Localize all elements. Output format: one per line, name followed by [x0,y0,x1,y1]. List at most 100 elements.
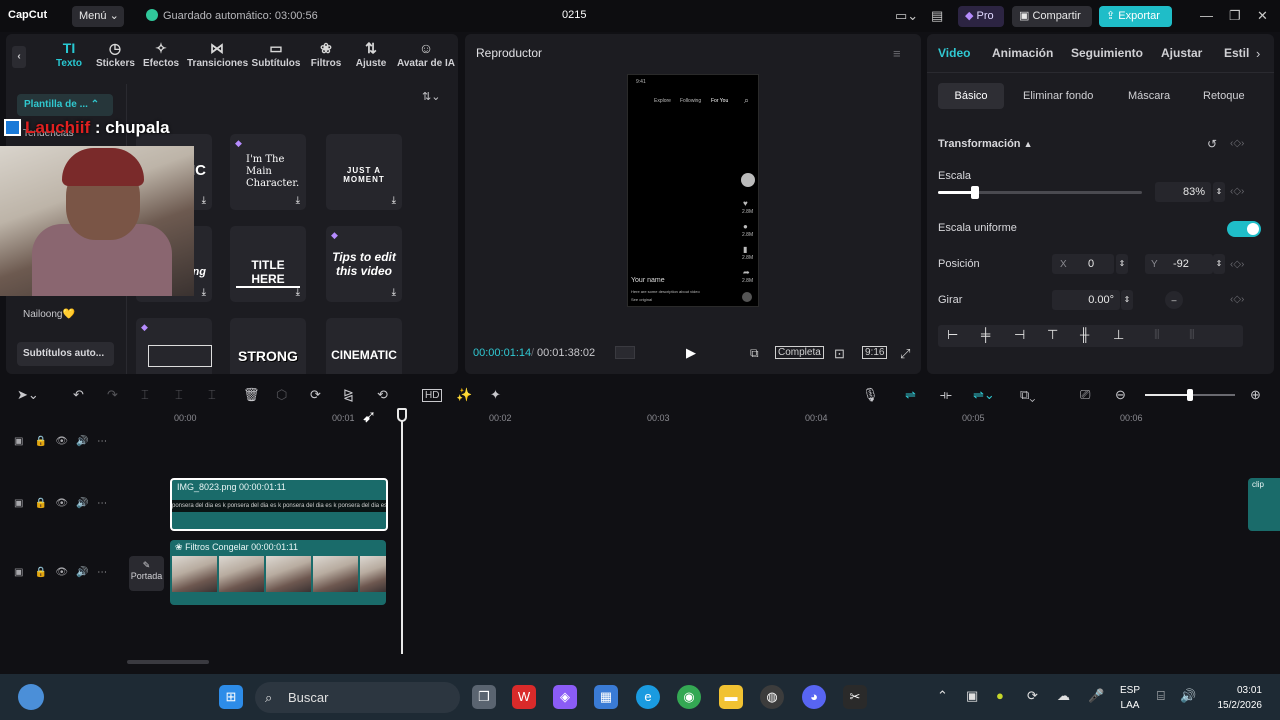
waveform-icon[interactable] [615,346,635,359]
snapshot-icon[interactable]: ⧉ [750,346,759,361]
windows-start-icon[interactable]: ⊞ [219,685,243,709]
track-controls[interactable]: ▣ 🔒 👁 🔊 ⋯ [14,498,107,509]
offscreen-clip[interactable]: clip [1248,478,1280,531]
link-icon[interactable]: ⇌⌄ [973,387,995,403]
chevron-up-icon[interactable]: ⌃ [937,688,948,704]
rotate-input[interactable]: 0.00° [1052,290,1120,310]
replace-icon[interactable]: ⟲ [377,387,388,403]
tab-estilo[interactable]: Estil [1224,46,1249,60]
align-top-icon[interactable]: ⊤ [1047,327,1058,343]
share-button[interactable]: ▣ Compartir [1012,6,1092,27]
wps-icon[interactable]: W [512,685,536,709]
select-tool-icon[interactable]: ➤⌄ [17,387,39,403]
track-controls[interactable]: ▣ 🔒 👁 🔊 ⋯ [14,567,107,578]
tab-ajuste[interactable]: ⇅ Ajuste [354,40,388,69]
minimize-icon[interactable]: — [1200,8,1213,23]
reset-icon[interactable]: ↺ [1207,137,1217,151]
playhead-handle[interactable] [397,408,407,422]
hd-icon[interactable]: HD [422,389,443,402]
align-bottom-icon[interactable]: ⊥ [1113,327,1124,343]
timeline-ruler[interactable]: 00:00 00:01 00:02 00:03 00:04 00:05 00:0… [172,412,1280,426]
scroll-left-icon[interactable]: ‹ [12,46,26,68]
zoom-knob[interactable] [1187,389,1193,401]
export-button[interactable]: ⇪ Exportar [1099,6,1172,27]
scroll-right-icon[interactable]: › [1256,46,1260,61]
weather-icon[interactable] [18,684,44,710]
tab-video[interactable]: Video [938,46,970,60]
rotate-dial[interactable]: – [1165,291,1183,309]
sync-icon[interactable]: ⟳ [1027,688,1038,704]
crop-focus-icon[interactable]: ⊡ [834,346,845,362]
y-stepper[interactable]: ⇕ [1213,254,1225,274]
file-explorer-icon[interactable]: ▬ [719,685,743,709]
maximize-icon[interactable]: ❐ [1229,8,1241,24]
tab-seguimiento[interactable]: Seguimiento [1071,46,1143,60]
hamburger-icon[interactable]: ≡ [893,46,901,61]
cloud-icon[interactable]: ☁ [1057,688,1070,704]
keyframe-icon[interactable]: ‹◇› [1230,186,1244,197]
delete-icon[interactable]: 🗑 [243,387,260,403]
text-template-card[interactable]: ◆ Tips to edit this video ⤓ [326,226,402,302]
language-indicator[interactable]: ESP LAA [1118,683,1142,713]
category-nailoong[interactable]: Nailoong💛 [23,309,75,320]
uniform-scale-toggle[interactable] [1227,221,1261,237]
auto-subtitles-button[interactable]: Subtítulos auto... [17,342,114,366]
scale-slider-knob[interactable] [970,186,979,199]
text-template-card[interactable]: CINEMATIC [326,318,402,374]
copilot-icon[interactable]: ◈ [553,685,577,709]
scale-input[interactable]: 83% [1155,182,1211,202]
tray-app-icon[interactable]: ● [996,688,1004,703]
scale-slider[interactable] [938,186,1142,199]
tab-avatar-ia[interactable]: ☺ Avatar de IA [396,40,456,69]
capcut-taskbar-icon[interactable]: ✂ [843,685,867,709]
network-icon[interactable]: ⌸ [1157,688,1165,704]
transform-section[interactable]: Transformación ▲ [938,138,1033,150]
quality-button[interactable]: Completa [775,346,824,359]
undo-icon[interactable]: ↶ [73,387,84,403]
position-y-input[interactable]: Y -92 [1145,254,1213,274]
tab-efectos[interactable]: ✧ Efectos [143,40,179,69]
track-controls[interactable]: ▣ 🔒 👁 🔊 ⋯ [14,436,107,447]
store-icon[interactable]: ▦ [594,685,618,709]
x-stepper[interactable]: ⇕ [1116,254,1128,274]
tab-filtros[interactable]: ❀ Filtros [309,40,343,69]
video-preview[interactable]: 9:41 Explore Following For You ⌕ ♥ 2.8M … [627,74,759,307]
clock[interactable]: 03:01 15/2/2026 [1210,683,1263,713]
discord-icon[interactable]: ◕ [802,685,826,709]
align-center-v-icon[interactable]: ╫ [1080,327,1089,342]
sort-filter-icon[interactable]: ⇅⌄ [422,90,440,103]
task-view-icon[interactable]: ❐ [472,685,496,709]
text-template-card[interactable]: ◆ I'm The Main Character. ⤓ [230,134,306,210]
tab-transiciones[interactable]: ⋈ Transiciones [187,40,248,69]
rotate-stepper[interactable]: ⇕ [1121,290,1133,310]
subtab-mascara[interactable]: Máscara [1118,83,1180,109]
tab-stickers[interactable]: ◷ Stickers [96,40,135,69]
close-icon[interactable]: ✕ [1257,8,1268,24]
magic-icon[interactable]: ✨ [456,387,472,403]
shortcuts-icon[interactable]: ▤ [931,8,943,24]
tab-texto[interactable]: TI Texto [54,40,84,69]
microphone-icon[interactable]: 🎙 [862,387,879,403]
crop-icon[interactable]: ⟳ [310,387,321,403]
tab-animacion[interactable]: Animación [992,46,1053,60]
playhead-line[interactable] [401,410,403,654]
template-category-button[interactable]: Plantilla de ... ⌃ [17,94,113,116]
mirror-icon[interactable]: ⧎ [343,387,354,403]
edge-icon[interactable]: e [636,685,660,709]
zoom-out-icon[interactable]: ⊖ [1115,387,1126,403]
keyframe-icon[interactable]: ‹◇› [1230,259,1244,270]
video-clip[interactable]: ❀ Filtros Congelar 00:00:01:11 [170,540,386,605]
subtab-basico[interactable]: Básico [938,83,1004,109]
volume-icon[interactable]: 🔊 [1180,688,1196,704]
position-x-input[interactable]: X0 [1052,254,1114,274]
align-left-icon[interactable]: ⊢ [947,327,958,343]
scale-stepper[interactable]: ⇕ [1213,182,1225,202]
text-template-card[interactable]: TITLE HERE ⤓ [230,226,306,302]
taskbar-search[interactable]: ⌕ Buscar [255,682,460,713]
obs-icon[interactable]: ◍ [760,685,784,709]
caption-icon[interactable]: ⎚ [1080,387,1090,403]
preview-axis-icon[interactable]: ⧉⌄ [1020,387,1035,403]
tab-subtitulos[interactable]: ▭ Subtítulos [251,40,301,69]
subtab-retoque[interactable]: Retoque [1193,83,1255,109]
cover-button[interactable]: ✎ Portada [129,556,164,591]
